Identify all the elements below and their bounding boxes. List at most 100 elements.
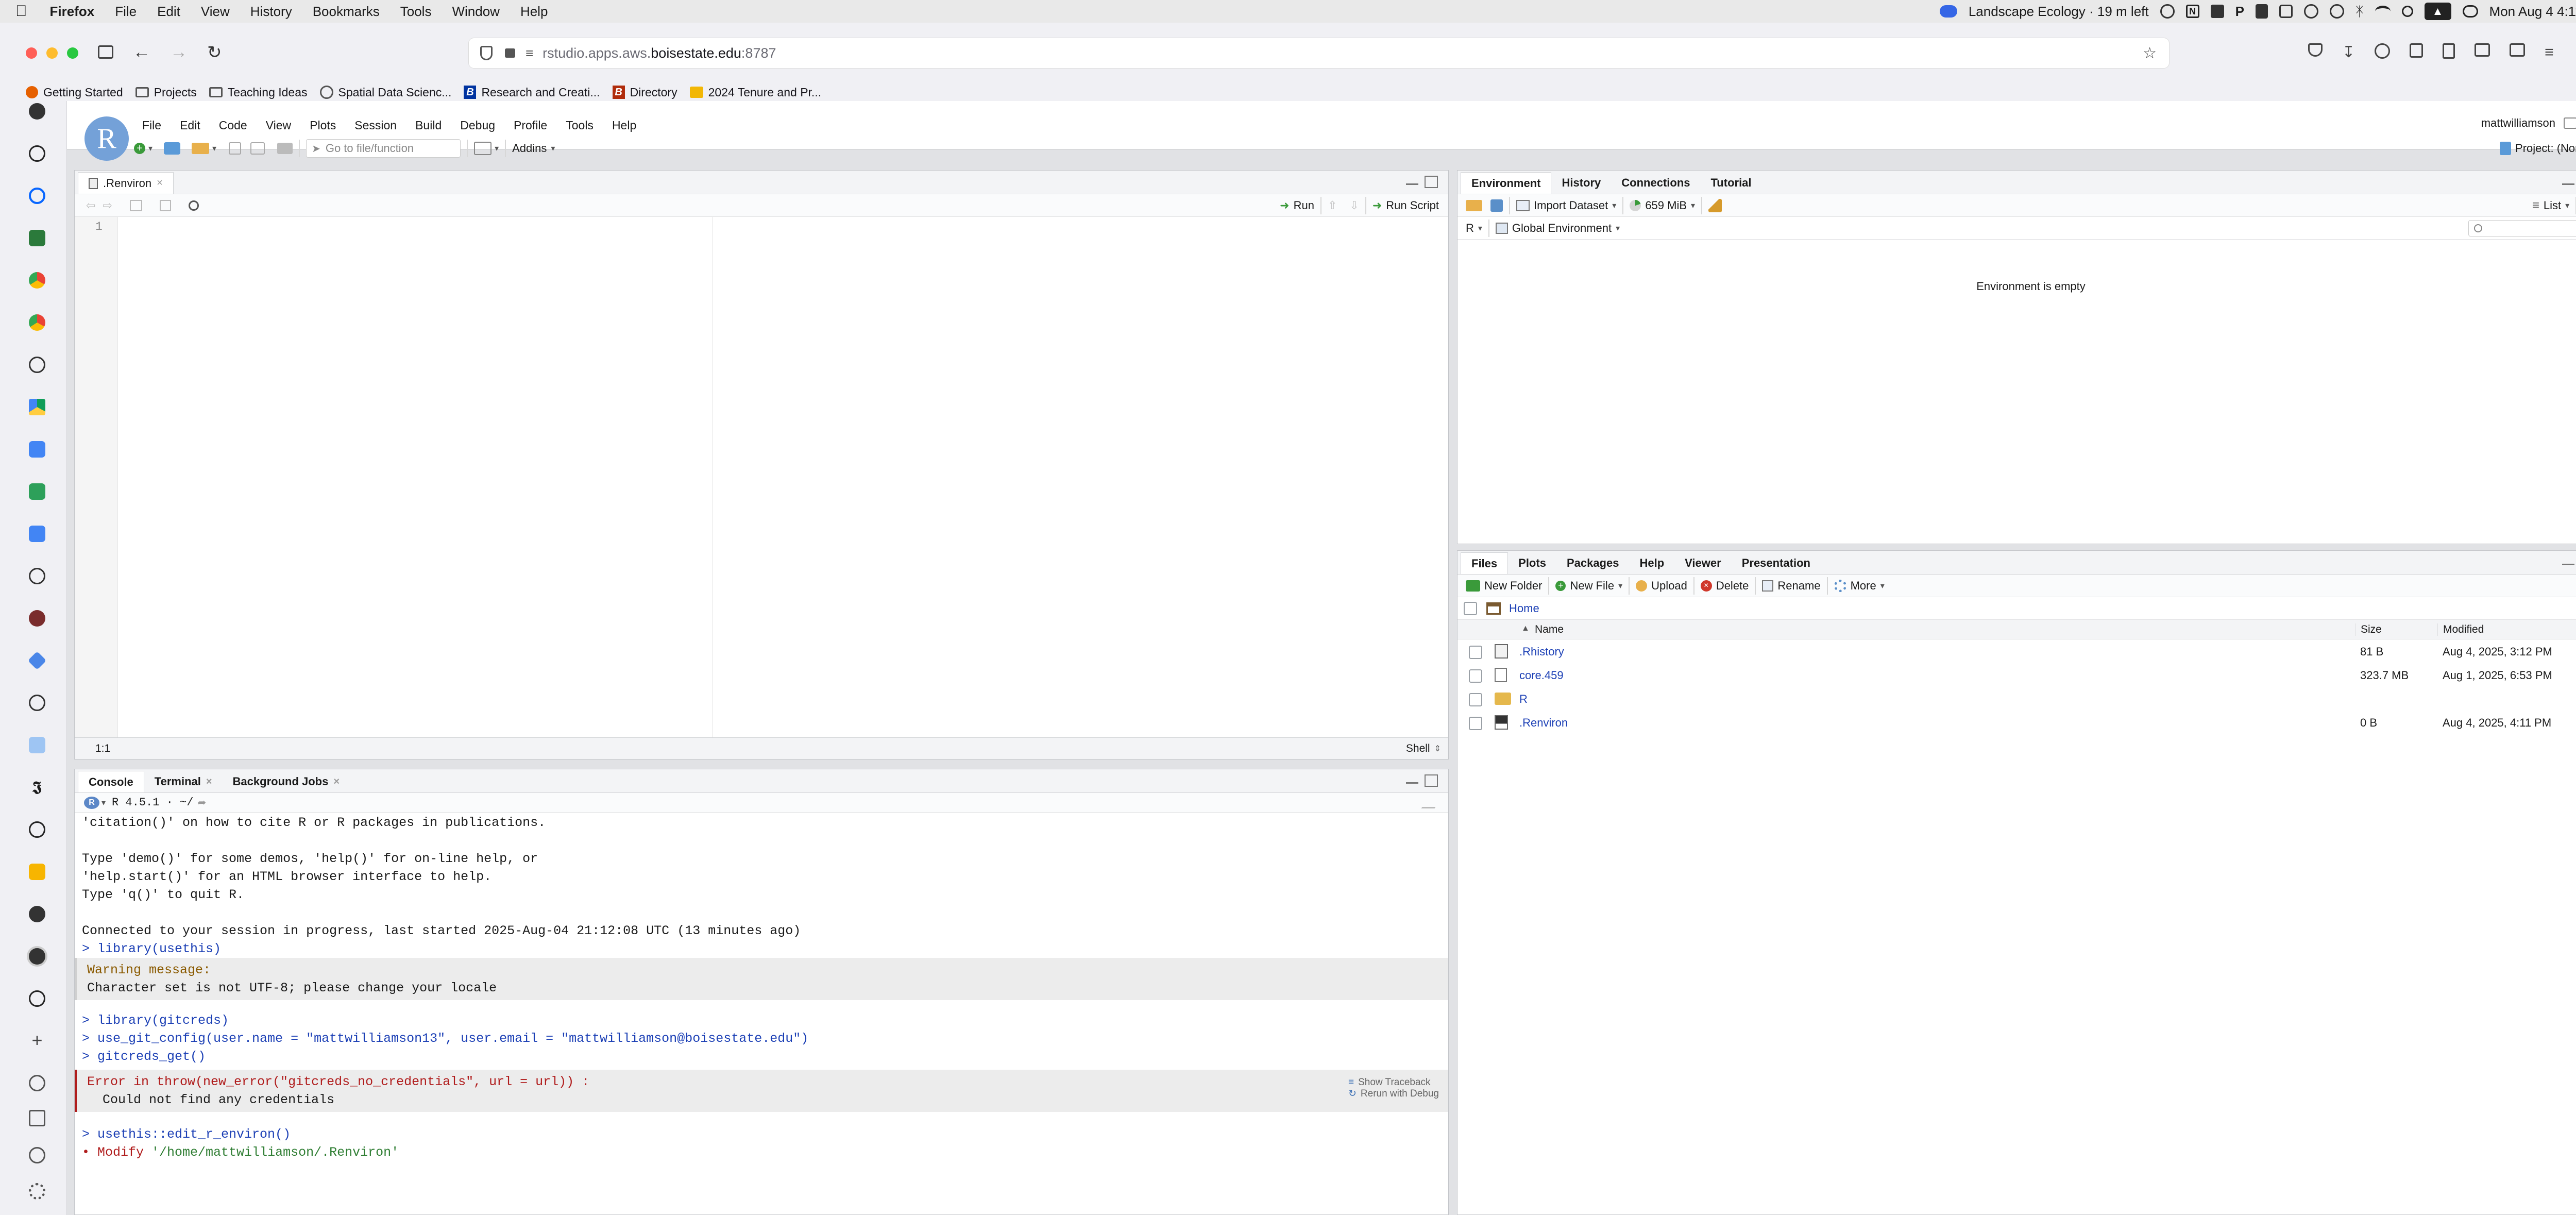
select-all-checkbox[interactable] (1464, 601, 1477, 615)
play-icon[interactable] (2303, 4, 2318, 19)
back-arrow-icon[interactable]: ← (133, 42, 150, 62)
maximize-pane-icon[interactable] (1425, 176, 1438, 188)
search-icon[interactable] (188, 200, 199, 211)
chevron-down-icon[interactable]: ▾ (1478, 223, 1482, 233)
bookmark-teaching-ideas[interactable]: Teaching Ideas (209, 86, 308, 99)
history-icon[interactable] (29, 1110, 45, 1126)
info-icon[interactable] (29, 568, 45, 584)
zoom-icon[interactable] (1939, 5, 1957, 18)
google-docs-icon[interactable] (29, 526, 45, 542)
gear-icon[interactable] (29, 1183, 45, 1200)
permissions-icon[interactable]: ≡ (526, 45, 533, 61)
minimize-pane-icon[interactable] (1406, 777, 1418, 784)
menu-view[interactable]: View (201, 4, 230, 20)
table-row[interactable]: .Renviron 0 B Aug 4, 2025, 4:11 PM (1458, 711, 2576, 734)
tab-connections[interactable]: Connections (1611, 172, 1700, 194)
google-docs-icon[interactable] (29, 441, 45, 458)
save-icon[interactable] (159, 199, 171, 211)
ai-chatbot-icon[interactable] (29, 1075, 45, 1091)
github-icon[interactable] (29, 821, 45, 838)
timer-status[interactable]: Landscape Ecology · 19 m left (1969, 4, 2149, 20)
menu-profile[interactable]: Profile (514, 119, 547, 132)
file-name-link[interactable]: .Rhistory (1519, 645, 1564, 659)
column-modified[interactable]: Modified (2437, 623, 2484, 636)
chevron-down-icon[interactable]: ▾ (551, 143, 555, 154)
run-button[interactable]: ➜ Run (1280, 199, 1314, 212)
tab-terminal[interactable]: Terminal × (144, 771, 223, 792)
tab-viewer[interactable]: Viewer (1674, 552, 1732, 574)
menu-view[interactable]: View (266, 119, 291, 132)
column-name[interactable]: Name (1535, 623, 1564, 636)
bookmark-spatial-data[interactable]: Spatial Data Scienc... (319, 86, 451, 99)
minimize-pane-icon[interactable] (1406, 178, 1418, 185)
workspace-panes-icon[interactable] (474, 142, 492, 155)
reader-icon[interactable] (2443, 43, 2455, 59)
save-workspace-icon[interactable] (1490, 199, 1503, 212)
app-icon[interactable] (29, 737, 45, 753)
chevron-down-icon[interactable]: ▾ (101, 798, 106, 808)
tab-packages[interactable]: Packages (1556, 552, 1630, 574)
file-name-link[interactable]: R (1519, 693, 1528, 706)
globe-icon[interactable] (29, 357, 45, 373)
bookmark-directory[interactable]: B Directory (612, 86, 677, 99)
window-minimize-icon[interactable] (46, 47, 58, 59)
new-project-icon[interactable] (164, 142, 181, 155)
import-dataset-menu[interactable]: Import Dataset ▾ (1516, 199, 1616, 212)
rename-button[interactable]: Rename (1762, 579, 1821, 593)
app-icon[interactable] (29, 864, 45, 880)
minimize-pane-icon[interactable] (2562, 178, 2574, 185)
bookmark-tenure[interactable]: 2024 Tenure and Pr... (689, 86, 821, 99)
new-file-icon[interactable]: + (134, 143, 145, 154)
slack-icon[interactable] (2210, 5, 2224, 18)
menu-plots[interactable]: Plots (310, 119, 336, 132)
bookmark-star-icon[interactable]: ☆ (2143, 44, 2157, 62)
menu-edit[interactable]: Edit (157, 4, 180, 20)
file-type-menu[interactable]: Shell ⇕ (1406, 742, 1441, 755)
nytimes-icon[interactable]: 𝕵 (29, 779, 45, 796)
github-icon[interactable] (29, 145, 45, 162)
clock-icon[interactable] (29, 1147, 45, 1163)
language-select[interactable]: R (1466, 222, 1474, 235)
app-icon[interactable] (2279, 5, 2293, 18)
broom-icon[interactable] (1708, 198, 1722, 212)
show-in-window-icon[interactable] (129, 199, 142, 211)
file-name-link[interactable]: core.459 (1519, 669, 1564, 682)
open-file-icon[interactable] (192, 143, 210, 154)
app-icon[interactable] (29, 906, 45, 922)
window-zoom-icon[interactable] (67, 47, 78, 59)
clear-console-icon[interactable] (1421, 797, 1442, 808)
meta-icon[interactable] (29, 188, 45, 204)
tab-files[interactable]: Files (1461, 552, 1509, 574)
lock-icon[interactable] (505, 48, 515, 58)
rerun-debug-link[interactable]: ↻ Rerun with Debug (1348, 1088, 1439, 1100)
menu-edit[interactable]: Edit (180, 119, 200, 132)
sheets-icon[interactable] (29, 483, 45, 500)
menu-code[interactable]: Code (219, 119, 247, 132)
new-file-button[interactable]: + New File ▾ (1555, 579, 1622, 593)
shield-icon[interactable] (480, 46, 493, 60)
more-menu[interactable]: More ▾ (1834, 579, 1885, 593)
memory-usage-menu[interactable]: 659 MiB ▾ (1630, 199, 1695, 212)
p-icon[interactable]: P (2235, 4, 2244, 20)
menu-session[interactable]: Session (354, 119, 397, 132)
container-icon[interactable] (2475, 43, 2490, 57)
menu-debug[interactable]: Debug (460, 119, 495, 132)
upload-button[interactable]: Upload (1636, 579, 1687, 593)
app-icon[interactable] (29, 610, 45, 627)
tab-history[interactable]: History (1551, 172, 1611, 194)
chevron-down-icon[interactable]: ▾ (148, 143, 152, 154)
app-icon[interactable] (29, 230, 45, 246)
github-icon[interactable] (29, 103, 45, 120)
new-folder-button[interactable]: New Folder (1466, 579, 1542, 593)
chrome-icon[interactable] (29, 314, 45, 331)
menu-window[interactable]: Window (452, 4, 499, 20)
addins-menu[interactable]: Addins (512, 142, 547, 155)
chrome-icon[interactable] (29, 272, 45, 289)
environment-scope-menu[interactable]: Global Environment ▾ (1495, 222, 1620, 235)
load-workspace-icon[interactable] (1466, 199, 1482, 211)
wifi-icon[interactable] (2375, 6, 2391, 17)
bookmark-research[interactable]: B Research and Creati... (464, 86, 600, 99)
home-icon[interactable] (1486, 602, 1501, 615)
screenshot-icon[interactable] (2510, 43, 2526, 57)
minimize-pane-icon[interactable] (2562, 558, 2574, 565)
